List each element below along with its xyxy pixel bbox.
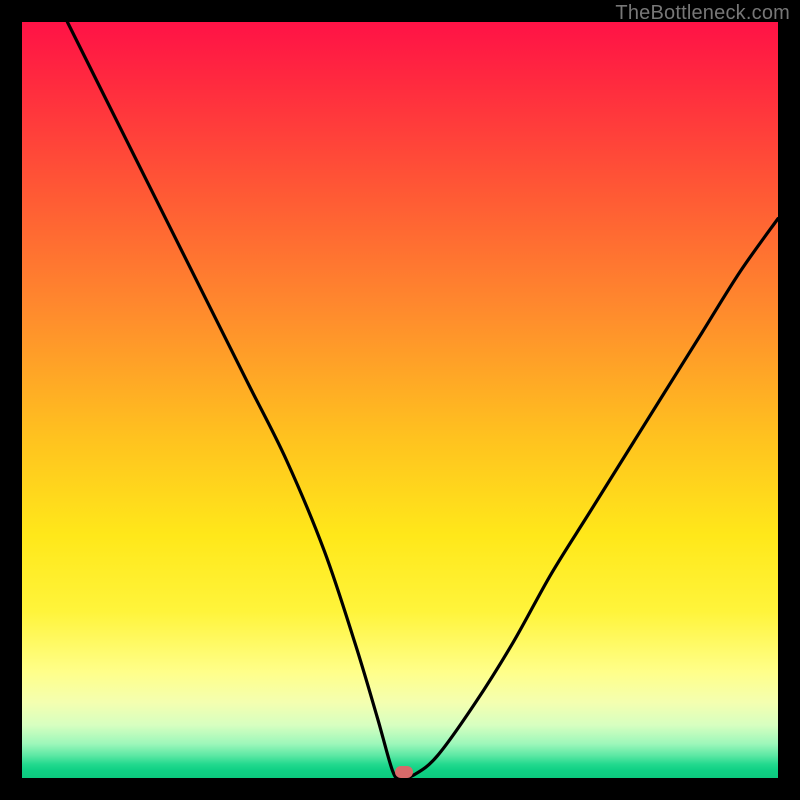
bottleneck-curve bbox=[22, 22, 778, 778]
chart-frame: TheBottleneck.com bbox=[0, 0, 800, 800]
plot-area bbox=[22, 22, 778, 778]
optimal-point-marker bbox=[395, 766, 413, 778]
watermark-label: TheBottleneck.com bbox=[615, 2, 790, 25]
curve-path bbox=[67, 22, 778, 778]
